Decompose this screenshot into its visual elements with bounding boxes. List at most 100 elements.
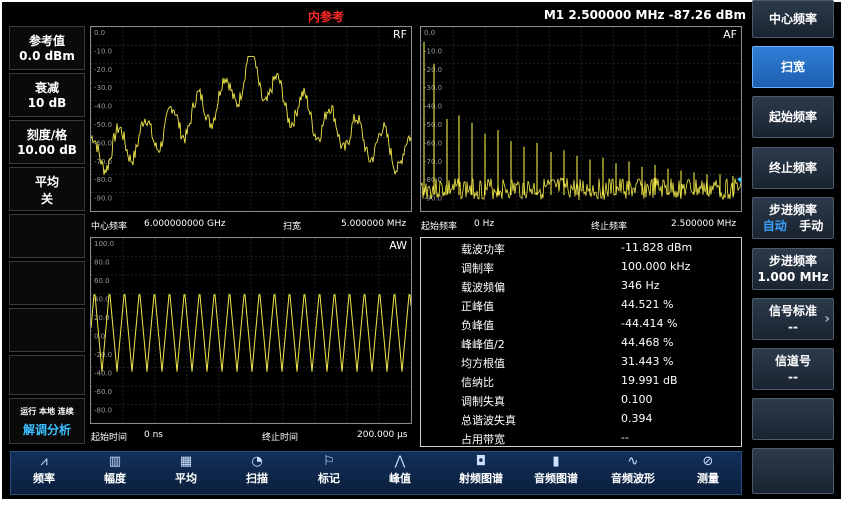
measurement-value: 100.000 kHz	[621, 260, 691, 273]
y-tick-label: -40.0	[94, 103, 112, 111]
af-start-label: 起始频率	[421, 222, 458, 232]
audio-spectrum-icon: ▮	[552, 454, 560, 469]
y-tick-label: 60.0	[94, 277, 110, 285]
y-tick-label: -20.0	[424, 66, 442, 74]
menu-item-label: 幅度	[104, 472, 126, 485]
y-tick-label: -40.0	[94, 370, 112, 378]
measurement-name: 载波频偏	[461, 281, 505, 294]
attenuation-value: 10 dB	[27, 96, 67, 110]
span-key[interactable]: 扫宽	[752, 46, 834, 88]
marker-icon: ⚐	[323, 454, 335, 469]
measurement-row: 调制失真 0.100	[421, 393, 741, 412]
step-mode-key[interactable]: 步进频率 自动 手动	[752, 197, 834, 239]
channel-number-label: 信道号	[774, 354, 811, 368]
peak-icon: ⋀	[394, 454, 406, 469]
sweep-icon: ◔	[251, 454, 263, 469]
y-tick-label: 0.0	[94, 29, 105, 37]
channel-number-key[interactable]: 信道号 --	[752, 348, 834, 390]
signal-standard-key[interactable]: 信号标准 -- ›	[752, 298, 834, 340]
aw-stop-label: 终止时间	[262, 433, 299, 443]
aw-start-value: 0 ns	[144, 430, 163, 440]
marker-triangle-icon	[737, 177, 741, 183]
menu-item-average[interactable]: ▦ 平均	[154, 452, 218, 494]
measurement-name: 正峰值	[461, 300, 494, 313]
step-frequency-value: 1.000 MHz	[757, 270, 829, 284]
af-tag: AF	[723, 28, 737, 41]
audio-waveform-panel[interactable]: 100.0 80.0 60.0 40.0 20.0 0.0 -20.0 -40.0 -60.0-…	[90, 237, 412, 424]
measurement-row: 均方根值 31.443 %	[421, 355, 741, 374]
menu-item-label: 平均	[175, 472, 197, 485]
menu-item-audio-wave[interactable]: ∿ 音频波形	[598, 452, 668, 494]
scale-per-div-key[interactable]: 刻度/格 10.00 dB	[9, 120, 85, 164]
menu-item-label: 射频图谱	[459, 472, 503, 485]
measurement-row: 占用带宽 --	[421, 431, 741, 450]
attenuation-label: 衰减	[34, 81, 59, 95]
measurement-value: -44.414 %	[621, 317, 678, 330]
menu-item-measure[interactable]: ⊘ 测量	[673, 452, 743, 494]
menu-item-label: 音频波形	[611, 472, 655, 485]
left-empty-key-3[interactable]	[9, 308, 85, 352]
menu-item-freq[interactable]: ⩘ 频率	[12, 452, 76, 494]
y-tick-label: -30.0	[94, 84, 112, 92]
rf-span-label: 扫宽	[283, 222, 302, 232]
left-empty-key-1[interactable]	[9, 214, 85, 258]
measurement-value: 0.100	[621, 393, 653, 406]
right-empty-key-2[interactable]	[752, 448, 834, 494]
rf-spectrum-panel[interactable]: 0.0 -10.0 -20.0 -30.0 -40.0 -50.0 -60.0 -70.0 -8…	[90, 26, 412, 212]
y-tick-label: -20.0	[94, 66, 112, 74]
measure-icon: ⊘	[702, 454, 714, 469]
right-empty-key-1[interactable]	[752, 398, 834, 440]
reference-indicator: 内参考	[308, 10, 345, 24]
measurement-value: 19.991 dB	[621, 374, 678, 387]
freq-icon: ⩘	[40, 454, 48, 469]
audio-wave-icon: ∿	[627, 454, 639, 469]
measurement-value: --	[621, 431, 629, 444]
run-status: 运行 本地 连续	[20, 407, 74, 416]
attenuation-key[interactable]: 衰减 10 dB	[9, 73, 85, 117]
menu-item-peak[interactable]: ⋀ 峰值	[368, 452, 432, 494]
menu-item-marker[interactable]: ⚐ 标记	[297, 452, 361, 494]
measurement-name: 均方根值	[461, 357, 505, 370]
af-spectrum-plot: 0.0 -10.0 -20.0 -30.0 -40.0 -50.0 -60.0 -70.0 -8…	[421, 27, 741, 211]
menu-item-label: 频率	[33, 472, 55, 485]
menu-item-sweep[interactable]: ◔ 扫描	[225, 452, 289, 494]
stop-frequency-key[interactable]: 终止频率	[752, 147, 834, 189]
measurement-value: 44.468 %	[621, 336, 674, 349]
audio-waveform-plot: 100.080.060.040.020.00.0-20.0-40.0-60.0-…	[91, 238, 411, 423]
menu-item-amplitude[interactable]: ▥ 幅度	[83, 452, 147, 494]
af-spectrum-panel[interactable]: 0.0 -10.0 -20.0 -30.0 -40.0 -50.0 -60.0 -70.0 -8…	[420, 26, 742, 212]
rf-span-value: 5.000000 MHz	[341, 219, 407, 229]
step-auto-option: 自动	[762, 219, 787, 233]
average-key[interactable]: 平均 关	[9, 167, 85, 211]
reference-level-key[interactable]: 参考值 0.0 dBm	[9, 26, 85, 70]
af-stop-value: 2.500000 MHz	[671, 219, 737, 229]
y-tick-label: -30.0	[424, 84, 442, 92]
y-tick-label: 80.0	[94, 259, 110, 267]
y-tick-label: 40.0	[94, 296, 110, 304]
left-empty-key-2[interactable]	[9, 261, 85, 305]
signal-standard-label: 信号标准	[768, 304, 817, 318]
rf-tag: RF	[393, 28, 407, 41]
demod-mode: 解调分析	[22, 423, 71, 437]
measurement-row: 载波功率 -11.828 dBm	[421, 241, 741, 260]
step-manual-option: 手动	[799, 219, 824, 233]
af-start-value: 0 Hz	[474, 219, 495, 229]
menu-item-audio-spectrum[interactable]: ▮ 音频图谱	[521, 452, 591, 494]
step-frequency-key[interactable]: 步进频率 1.000 MHz	[752, 248, 834, 290]
left-empty-key-4[interactable]	[9, 355, 85, 395]
aw-start-label: 起始时间	[91, 433, 128, 443]
measurement-value: 346 Hz	[621, 279, 660, 292]
rf-spectrum-icon: ◘	[475, 454, 487, 469]
y-tick-label: -60.0	[94, 388, 112, 396]
menu-item-label: 标记	[318, 472, 340, 485]
af-stop-label: 终止频率	[591, 222, 628, 232]
menu-item-label: 测量	[697, 472, 719, 485]
center-frequency-key[interactable]: 中心频率	[752, 0, 834, 38]
status-bar: 内参考 M1 2.500000 MHz -87.26 dBm	[86, 8, 746, 24]
measurement-value: -11.828 dBm	[621, 241, 693, 254]
measurement-row: 负峰值 -44.414 %	[421, 317, 741, 336]
measurement-value: 44.521 %	[621, 298, 674, 311]
menu-item-rf-spectrum[interactable]: ◘ 射频图谱	[446, 452, 516, 494]
start-frequency-key[interactable]: 起始频率	[752, 96, 834, 138]
measurement-row: 峰峰值/2 44.468 %	[421, 336, 741, 355]
